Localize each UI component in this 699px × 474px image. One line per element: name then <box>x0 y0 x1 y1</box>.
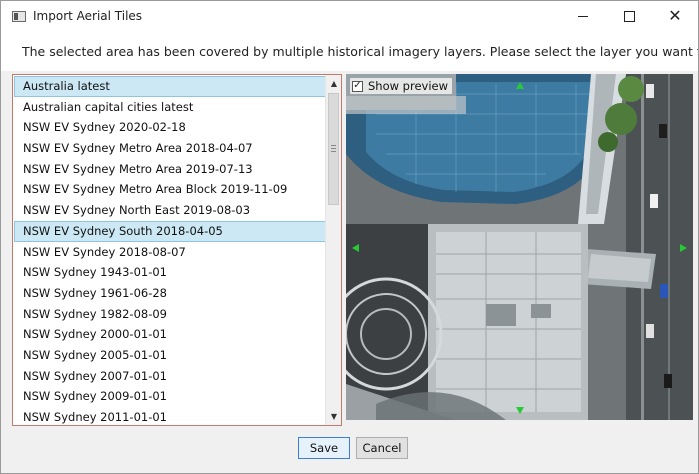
layer-list-item[interactable]: NSW EV Sydney North East 2019-08-03 <box>14 200 326 221</box>
layer-list-item[interactable]: NSW Sydney 2005-01-01 <box>14 345 326 366</box>
layer-list-item[interactable]: Australia latest <box>14 76 326 97</box>
layer-list-item[interactable]: Australian capital cities latest <box>14 97 326 118</box>
layer-list-item[interactable]: NSW Sydney 1943-01-01 <box>14 262 326 283</box>
list-scrollbar[interactable]: ▲ ▼ <box>325 75 341 425</box>
pan-left-arrow-icon[interactable] <box>352 244 359 252</box>
app-window-icon <box>12 10 26 22</box>
layer-list-item[interactable]: NSW Sydney 1982-08-09 <box>14 304 326 325</box>
maximize-icon <box>623 10 635 22</box>
close-button[interactable]: ✕ <box>652 1 698 31</box>
imagery-preview[interactable]: ✓ Show preview <box>346 74 693 420</box>
layer-list-item[interactable]: NSW EV Sydney South 2018-04-05 <box>14 220 326 242</box>
minimize-icon <box>578 15 588 17</box>
layer-list-item[interactable]: NSW EV Sydney 2020-02-18 <box>14 117 326 138</box>
pan-up-arrow-icon[interactable] <box>516 82 524 89</box>
cancel-button[interactable]: Cancel <box>356 437 408 459</box>
layer-listbox[interactable]: Australia latest Australian capital citie… <box>12 74 342 426</box>
minimize-button[interactable] <box>560 1 606 31</box>
show-preview-checkbox[interactable]: ✓ Show preview <box>350 78 453 94</box>
layer-list-item[interactable]: NSW EV Sydney Metro Area Block 2019-11-0… <box>14 179 326 200</box>
show-preview-label: Show preview <box>368 79 449 93</box>
close-icon: ✕ <box>668 6 682 25</box>
dialog-header: The selected area has been covered by mu… <box>1 31 698 71</box>
aerial-preview-image <box>346 74 693 420</box>
layer-list-item[interactable]: NSW EV Sydney Metro Area 2019-07-13 <box>14 159 326 180</box>
import-aerial-tiles-dialog: Import Aerial Tiles ✕ The selected area … <box>0 0 699 474</box>
scrollbar-thumb[interactable] <box>328 93 339 205</box>
pan-right-arrow-icon[interactable] <box>680 244 687 252</box>
scroll-up-arrow-icon[interactable]: ▲ <box>326 75 341 92</box>
pan-down-arrow-icon[interactable] <box>516 407 524 414</box>
title-bar[interactable]: Import Aerial Tiles ✕ <box>1 1 698 31</box>
dialog-message: The selected area has been covered by mu… <box>22 43 699 59</box>
maximize-button[interactable] <box>606 1 652 31</box>
layer-list-item[interactable]: NSW Sydney 2009-01-01 <box>14 386 326 407</box>
checkbox-check-icon[interactable]: ✓ <box>352 80 363 92</box>
layer-list-item[interactable]: NSW EV Syndey 2018-08-07 <box>14 242 326 263</box>
window-title: Import Aerial Tiles <box>33 9 143 23</box>
layer-list-item[interactable]: NSW Sydney 1961-06-28 <box>14 283 326 304</box>
layer-list-item[interactable]: NSW Sydney 2011-01-01 <box>14 407 326 425</box>
scroll-down-arrow-icon[interactable]: ▼ <box>326 408 341 425</box>
layer-list-item[interactable]: NSW Sydney 2000-01-01 <box>14 324 326 345</box>
layer-list-item[interactable]: NSW EV Sydney Metro Area 2018-04-07 <box>14 138 326 159</box>
layer-list-item[interactable]: NSW Sydney 2007-01-01 <box>14 366 326 387</box>
layer-list: Australia latest Australian capital citie… <box>14 76 326 425</box>
save-button[interactable]: Save <box>298 437 350 459</box>
